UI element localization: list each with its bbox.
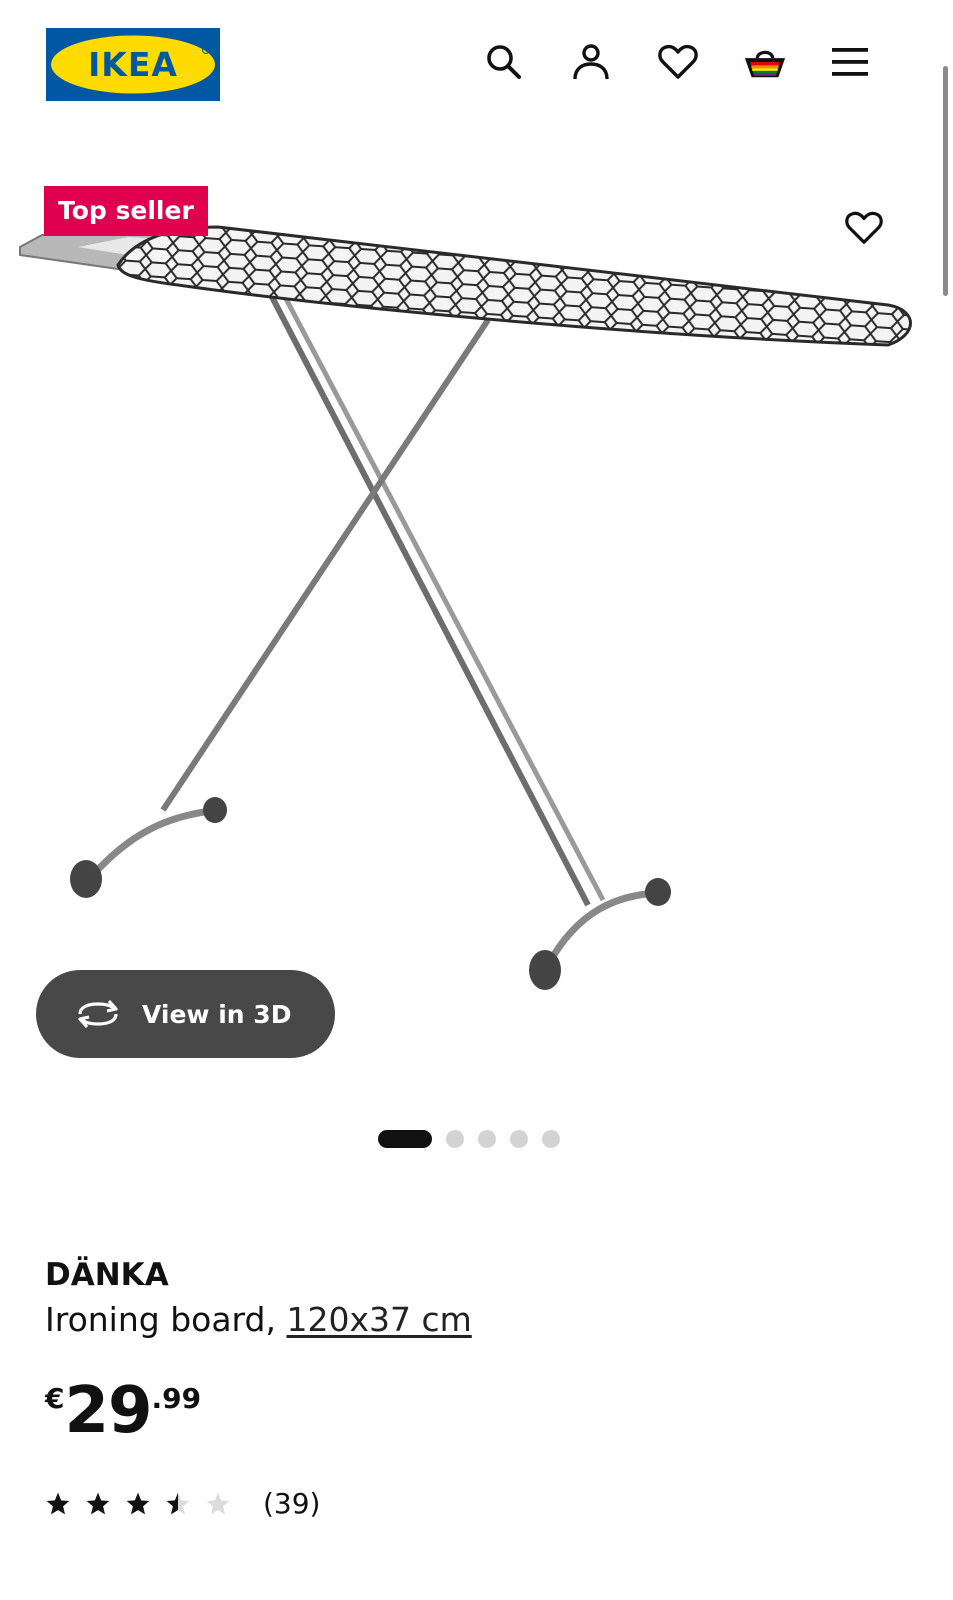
product-rating[interactable]: (39) xyxy=(45,1487,320,1520)
rating-stars xyxy=(45,1491,231,1517)
heart-icon xyxy=(845,211,883,244)
price-integer: 29 xyxy=(64,1374,152,1448)
product-name: DÄNKA xyxy=(45,1257,169,1293)
gallery-dot-2[interactable] xyxy=(446,1130,464,1148)
price-decimal: .99 xyxy=(151,1382,202,1415)
ikea-logo[interactable]: IKEA xyxy=(46,28,220,101)
gallery-pagination xyxy=(378,1129,560,1149)
view-in-3d-button[interactable]: View in 3D xyxy=(36,970,335,1058)
menu-button[interactable] xyxy=(828,40,872,84)
price-currency: € xyxy=(45,1382,65,1415)
gallery-dot-4[interactable] xyxy=(510,1130,528,1148)
product-description: Ironing board, 120x37 cm xyxy=(45,1300,472,1339)
top-seller-badge: Top seller xyxy=(44,186,208,236)
favourites-icon xyxy=(658,44,698,79)
star-icon-half xyxy=(166,1492,190,1514)
product-price: € 29 .99 xyxy=(45,1376,201,1456)
star-icon-full xyxy=(86,1492,110,1514)
gallery-dot-5[interactable] xyxy=(542,1130,560,1148)
account-icon xyxy=(573,44,609,80)
scrollbar-thumb[interactable] xyxy=(943,66,948,296)
header: IKEA xyxy=(0,0,953,130)
gallery-dot-3[interactable] xyxy=(478,1130,496,1148)
favourites-button[interactable] xyxy=(656,40,700,84)
shopping-basket-button[interactable] xyxy=(743,40,787,84)
shopping-basket-icon xyxy=(744,50,786,78)
product-type: Ironing board, xyxy=(45,1300,276,1339)
menu-icon xyxy=(832,48,868,76)
scrollbar[interactable] xyxy=(939,0,953,1600)
search-icon xyxy=(487,45,521,79)
product-dimensions-link[interactable]: 120x37 cm xyxy=(286,1300,471,1339)
product-image[interactable] xyxy=(18,225,938,1025)
gallery-dot-1[interactable] xyxy=(378,1130,432,1148)
star-icon-empty xyxy=(206,1492,230,1514)
rotate-3d-icon xyxy=(74,994,122,1034)
star-icon-full xyxy=(46,1492,70,1514)
view-in-3d-label: View in 3D xyxy=(142,999,292,1029)
account-button[interactable] xyxy=(569,40,613,84)
star-icon-full xyxy=(126,1492,150,1514)
logo-text: IKEA xyxy=(88,45,178,84)
save-to-favourites-button[interactable] xyxy=(842,206,886,250)
rating-count: (39) xyxy=(263,1487,321,1520)
search-button[interactable] xyxy=(482,40,526,84)
